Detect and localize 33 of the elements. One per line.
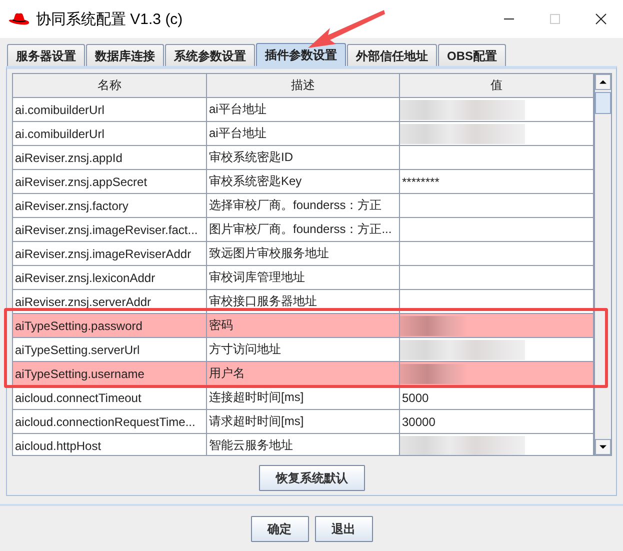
table-row[interactable]: aicloud.httpHost 智能云服务地址 xyxy=(13,434,594,455)
table-row[interactable]: aiReviser.znsj.imageReviserAddr 致远图片审校服务地址 xyxy=(13,242,594,266)
close-icon[interactable] xyxy=(595,13,607,25)
scroll-thumb[interactable] xyxy=(595,92,611,114)
table-row[interactable]: ai.comibuilderUrl ai平台地址 xyxy=(13,122,594,146)
hat-icon xyxy=(8,11,30,27)
tab[interactable]: OBS配置 xyxy=(438,44,506,66)
table-row[interactable]: aicloud.connectionRequestTime... 请求超时时间[ms] 30000 xyxy=(13,410,594,434)
table-row[interactable]: aiTypeSetting.username 用户名 xyxy=(13,362,594,386)
table-row[interactable]: aiTypeSetting.password 密码 xyxy=(13,314,594,338)
tab[interactable]: 服务器设置 xyxy=(7,44,85,66)
restore-defaults-button[interactable]: 恢复系统默认 xyxy=(259,465,365,491)
scroll-up-icon[interactable] xyxy=(595,74,611,90)
table-cell: aiTypeSetting.username xyxy=(13,362,207,386)
table-row[interactable]: aiReviser.znsj.factory 选择审校厂商。founderss：方正 xyxy=(13,194,594,218)
table-row[interactable]: ai.comibuilderUrl ai平台地址 xyxy=(13,98,594,122)
maximize-icon xyxy=(549,13,561,25)
window-title: 协同系统配置 V1.3 (c) xyxy=(36,10,183,28)
table-cell: aicloud.httpHost xyxy=(13,434,207,455)
tab[interactable]: 外部信任地址 xyxy=(347,44,437,66)
table-row[interactable]: aiTypeSetting.serverUrl 方寸访问地址 xyxy=(13,338,594,362)
tab[interactable]: 系统参数设置 xyxy=(165,44,255,66)
tab[interactable]: 数据库连接 xyxy=(86,44,164,66)
table-row[interactable]: aiReviser.znsj.imageReviser.fact... 图片审校厂商。founderss：方正... xyxy=(13,218,594,242)
tab[interactable]: 插件参数设置 xyxy=(256,43,346,66)
dialog-button[interactable]: 退出 xyxy=(314,516,372,542)
scrollbar[interactable] xyxy=(594,74,611,455)
table-row[interactable]: aiReviser.znsj.lexiconAddr 审校词库管理地址 xyxy=(13,266,594,290)
dialog-button[interactable]: 确定 xyxy=(250,516,308,542)
table-row[interactable]: aiReviser.znsj.appId 审校系统密匙ID xyxy=(13,146,594,170)
table-row[interactable]: aiReviser.znsj.appSecret 审校系统密匙Key ******** xyxy=(13,170,594,194)
table-row[interactable]: aicloud.connectTimeout 连接超时时间[ms] 5000 xyxy=(13,386,594,410)
scroll-down-icon[interactable] xyxy=(595,439,611,455)
